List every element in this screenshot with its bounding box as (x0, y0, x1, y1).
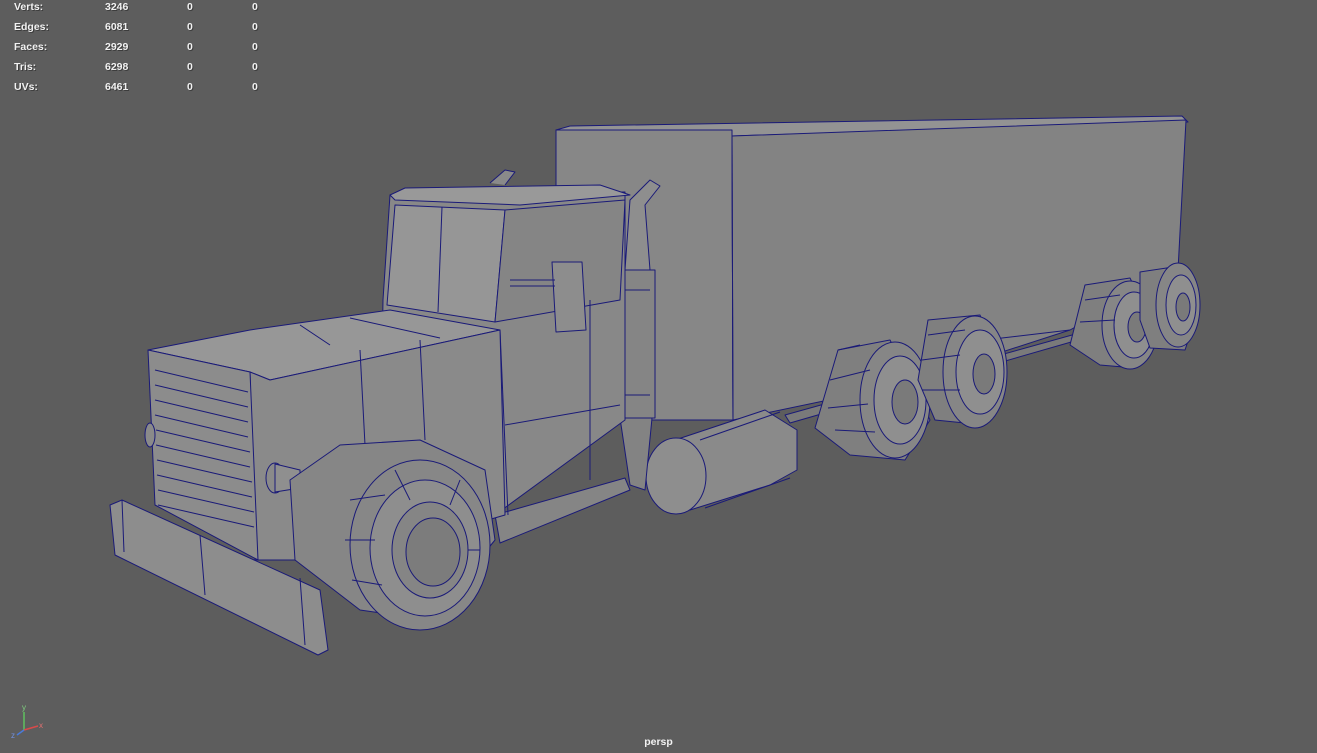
hud-row-tris: Tris: 6298 0 0 (14, 61, 274, 81)
hud-selected: 0 (187, 41, 193, 53)
hud-total: 6298 (105, 61, 129, 73)
rear-wheel-4[interactable] (1139, 262, 1201, 351)
camera-name-label: persp (644, 736, 673, 748)
axis-x-label: x (39, 721, 43, 730)
poly-count-hud: Verts: 3246 0 0 Edges: 6081 0 0 Faces: 2… (14, 1, 274, 101)
hud-label: UVs: (14, 81, 38, 93)
hud-component: 0 (252, 41, 258, 53)
hud-row-uvs: UVs: 6461 0 0 (14, 81, 274, 101)
hud-row-verts: Verts: 3246 0 0 (14, 1, 274, 21)
hud-component: 0 (252, 61, 258, 73)
hud-selected: 0 (187, 81, 193, 93)
hud-component: 0 (252, 1, 258, 13)
hud-selected: 0 (187, 1, 193, 13)
hud-selected: 0 (187, 21, 193, 33)
axis-y-label: y (22, 703, 26, 712)
hud-row-edges: Edges: 6081 0 0 (14, 21, 274, 41)
hud-row-faces: Faces: 2929 0 0 (14, 41, 274, 61)
rear-wheel-2[interactable] (917, 314, 1008, 429)
hud-total: 2929 (105, 41, 129, 53)
fuel-tank[interactable] (645, 409, 798, 515)
hud-total: 3246 (105, 1, 129, 13)
hud-label: Verts: (14, 1, 44, 13)
axis-gizmo-icon: y x z (11, 703, 43, 740)
hud-total: 6081 (105, 21, 129, 33)
hud-total: 6461 (105, 81, 129, 93)
hud-component: 0 (252, 21, 258, 33)
hud-label: Faces: (14, 41, 48, 53)
3d-viewport[interactable] (0, 0, 1317, 753)
hud-label: Edges: (14, 21, 50, 33)
hud-label: Tris: (14, 61, 37, 73)
hud-component: 0 (252, 81, 258, 93)
hud-selected: 0 (187, 61, 193, 73)
